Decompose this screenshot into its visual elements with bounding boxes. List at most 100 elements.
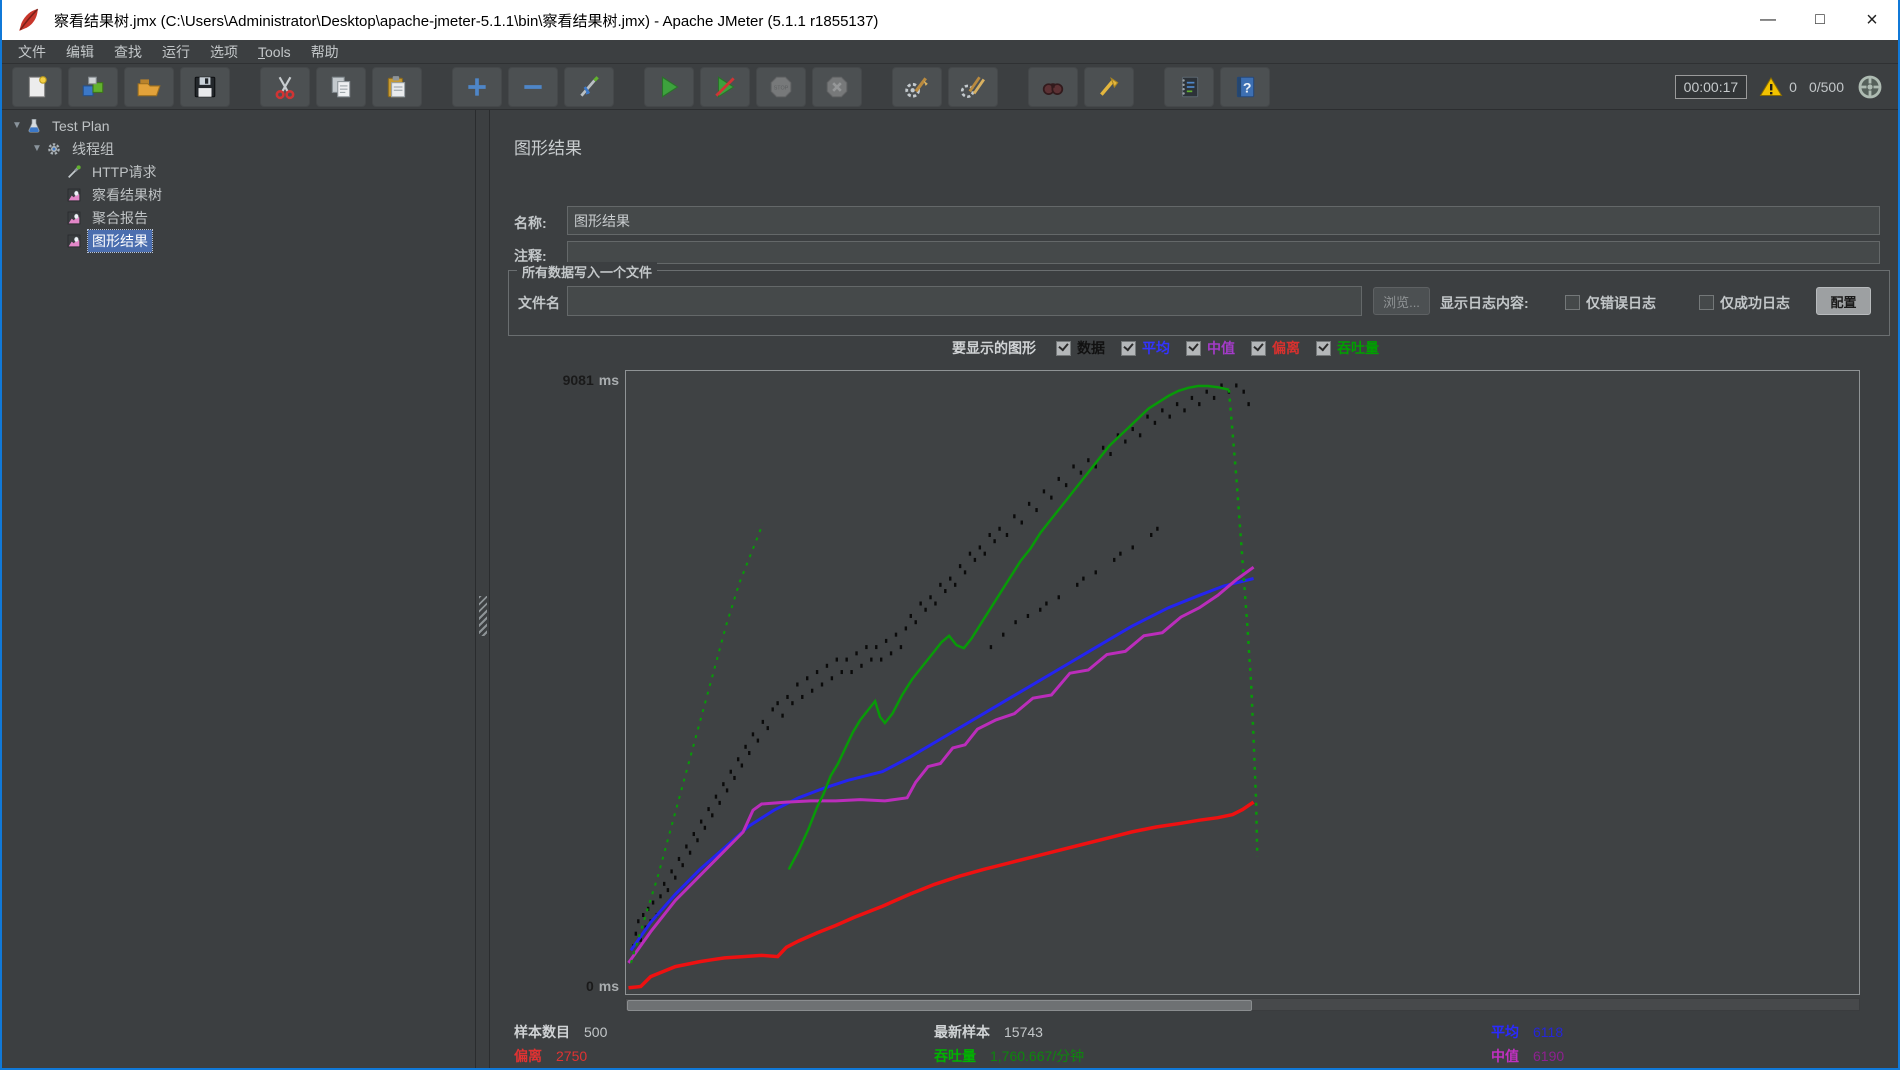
menu-item-选项[interactable]: 选项 — [200, 40, 248, 64]
data-point — [860, 663, 863, 668]
tree-item-label: 图形结果 — [87, 228, 153, 253]
close-button[interactable]: × — [1846, 0, 1898, 40]
legend-checkbox-中值[interactable]: 中值 — [1186, 338, 1235, 358]
toolbar-start-button[interactable] — [644, 66, 694, 107]
data-point — [1020, 520, 1023, 525]
data-point — [756, 738, 760, 743]
menu-item-tools[interactable]: Tools — [248, 42, 301, 62]
toolbar-group-0 — [12, 66, 236, 107]
tree-item-Test Plan[interactable]: ▼ Test Plan — [2, 114, 475, 137]
legend-checkbox-box[interactable] — [1251, 340, 1266, 356]
data-point — [722, 782, 725, 787]
log-warning-indicator[interactable]: 0 — [1759, 75, 1797, 99]
maximize-button[interactable]: □ — [1794, 0, 1846, 40]
stat-value: 2750 — [556, 1048, 588, 1064]
toolbar-group-2 — [452, 66, 620, 107]
name-input[interactable] — [567, 206, 1880, 235]
filename-input[interactable] — [567, 286, 1362, 316]
data-point — [771, 707, 774, 712]
data-point — [707, 807, 710, 812]
name-label: 名称: — [514, 215, 547, 231]
menu-item-文件[interactable]: 文件 — [8, 40, 56, 64]
stat-value: 1,760.667/分钟 — [990, 1048, 1085, 1064]
legend-checkbox-box[interactable] — [1316, 340, 1331, 356]
data-point — [953, 582, 957, 587]
minimize-button[interactable]: — — [1742, 0, 1794, 40]
toolbar-open-folder-button[interactable] — [124, 66, 174, 107]
toolbar-shutdown-button[interactable] — [812, 66, 862, 107]
configure-button[interactable]: 配置 — [1816, 287, 1871, 315]
menu-item-帮助[interactable]: 帮助 — [301, 40, 349, 64]
data-point — [993, 539, 996, 544]
toolbar-new-file-button[interactable] — [12, 66, 62, 107]
toolbar-start-no-timers-button[interactable] — [700, 66, 750, 107]
toolbar-group-5 — [1028, 66, 1140, 107]
test-plan-tree: ▼ Test Plan ▼ 线程组 HTTP请求 察看结果树 聚合报告 图形结果 — [2, 110, 476, 1068]
data-point — [744, 744, 747, 749]
scrollbar-thumb[interactable] — [627, 1000, 1252, 1011]
toolbar-cut-button[interactable] — [260, 66, 310, 107]
data-point — [1150, 532, 1153, 537]
toolbar-clear-all-button[interactable] — [948, 66, 998, 107]
menu-item-运行[interactable]: 运行 — [152, 40, 200, 64]
toolbar-templates-button[interactable] — [68, 66, 118, 107]
tree-item-聚合报告[interactable]: 聚合报告 — [2, 206, 475, 229]
data-point — [820, 682, 824, 687]
data-point — [651, 900, 655, 905]
graph-horizontal-scrollbar[interactable] — [625, 998, 1860, 1011]
toolbar-copy-button[interactable] — [316, 66, 366, 107]
browse-button[interactable]: 浏览... — [1373, 287, 1430, 315]
thread-counter: 0/500 — [1808, 79, 1844, 95]
toolbar-clear-button[interactable] — [892, 66, 942, 107]
toolbar-help-button[interactable] — [1220, 66, 1270, 107]
legend-checkbox-数据[interactable]: 数据 — [1056, 338, 1105, 358]
tree-item-线程组[interactable]: ▼ 线程组 — [2, 137, 475, 160]
legend-checkbox-吞吐量[interactable]: 吞吐量 — [1316, 338, 1379, 358]
menu-item-查找[interactable]: 查找 — [104, 40, 152, 64]
panel-splitter[interactable] — [476, 110, 490, 1068]
search-icon — [1040, 74, 1066, 100]
data-point — [914, 620, 917, 625]
data-point — [1101, 445, 1105, 450]
stat-label: 吞吐量 — [934, 1048, 976, 1064]
stat-value: 500 — [584, 1024, 608, 1040]
success-only-checkbox-box[interactable] — [1699, 295, 1714, 310]
splitter-grip[interactable] — [479, 596, 487, 636]
toolbar-group-1 — [260, 66, 428, 107]
data-point — [1014, 620, 1017, 625]
legend-checkbox-box[interactable] — [1186, 340, 1201, 356]
tree-expander-icon[interactable]: ▼ — [10, 120, 24, 131]
toolbar-collapse-button[interactable] — [508, 66, 558, 107]
data-point — [1131, 427, 1134, 432]
paste-icon — [384, 74, 410, 100]
toolbar-stop-button[interactable] — [756, 66, 806, 107]
data-point — [781, 713, 784, 718]
errors-only-checkbox-box[interactable] — [1565, 295, 1580, 310]
legend-checkbox-box[interactable] — [1121, 340, 1136, 356]
tree-item-察看结果树[interactable]: 察看结果树 — [2, 183, 475, 206]
menu-item-编辑[interactable]: 编辑 — [56, 40, 104, 64]
toolbar — [2, 64, 1898, 110]
data-point — [978, 545, 982, 550]
data-point — [718, 800, 721, 805]
legend-checkbox-平均[interactable]: 平均 — [1121, 338, 1170, 358]
toolbar-clear-search-button[interactable] — [1084, 66, 1134, 107]
toolbar-paste-button[interactable] — [372, 66, 422, 107]
comment-input[interactable] — [567, 241, 1880, 264]
tree-item-图形结果[interactable]: 图形结果 — [2, 228, 475, 253]
graphs-to-display-legend: 要显示的图形 数据 平均 中值 偏离 吞吐量 — [952, 338, 1379, 358]
data-point — [845, 657, 848, 662]
data-point — [879, 657, 883, 662]
toolbar-search-button[interactable] — [1028, 66, 1078, 107]
legend-checkbox-box[interactable] — [1056, 340, 1071, 356]
tree-expander-icon[interactable]: ▼ — [30, 143, 44, 154]
legend-checkbox-偏离[interactable]: 偏离 — [1251, 338, 1300, 358]
toolbar-toggle-button[interactable] — [564, 66, 614, 107]
toolbar-expand-button[interactable] — [452, 66, 502, 107]
toolbar-function-helper-button[interactable] — [1164, 66, 1214, 107]
success-only-checkbox[interactable]: 仅成功日志 — [1699, 293, 1790, 313]
errors-only-checkbox[interactable]: 仅错误日志 — [1565, 293, 1656, 313]
toolbar-save-button[interactable] — [180, 66, 230, 107]
tree-item-HTTP请求[interactable]: HTTP请求 — [2, 160, 475, 183]
data-point — [1042, 489, 1046, 494]
